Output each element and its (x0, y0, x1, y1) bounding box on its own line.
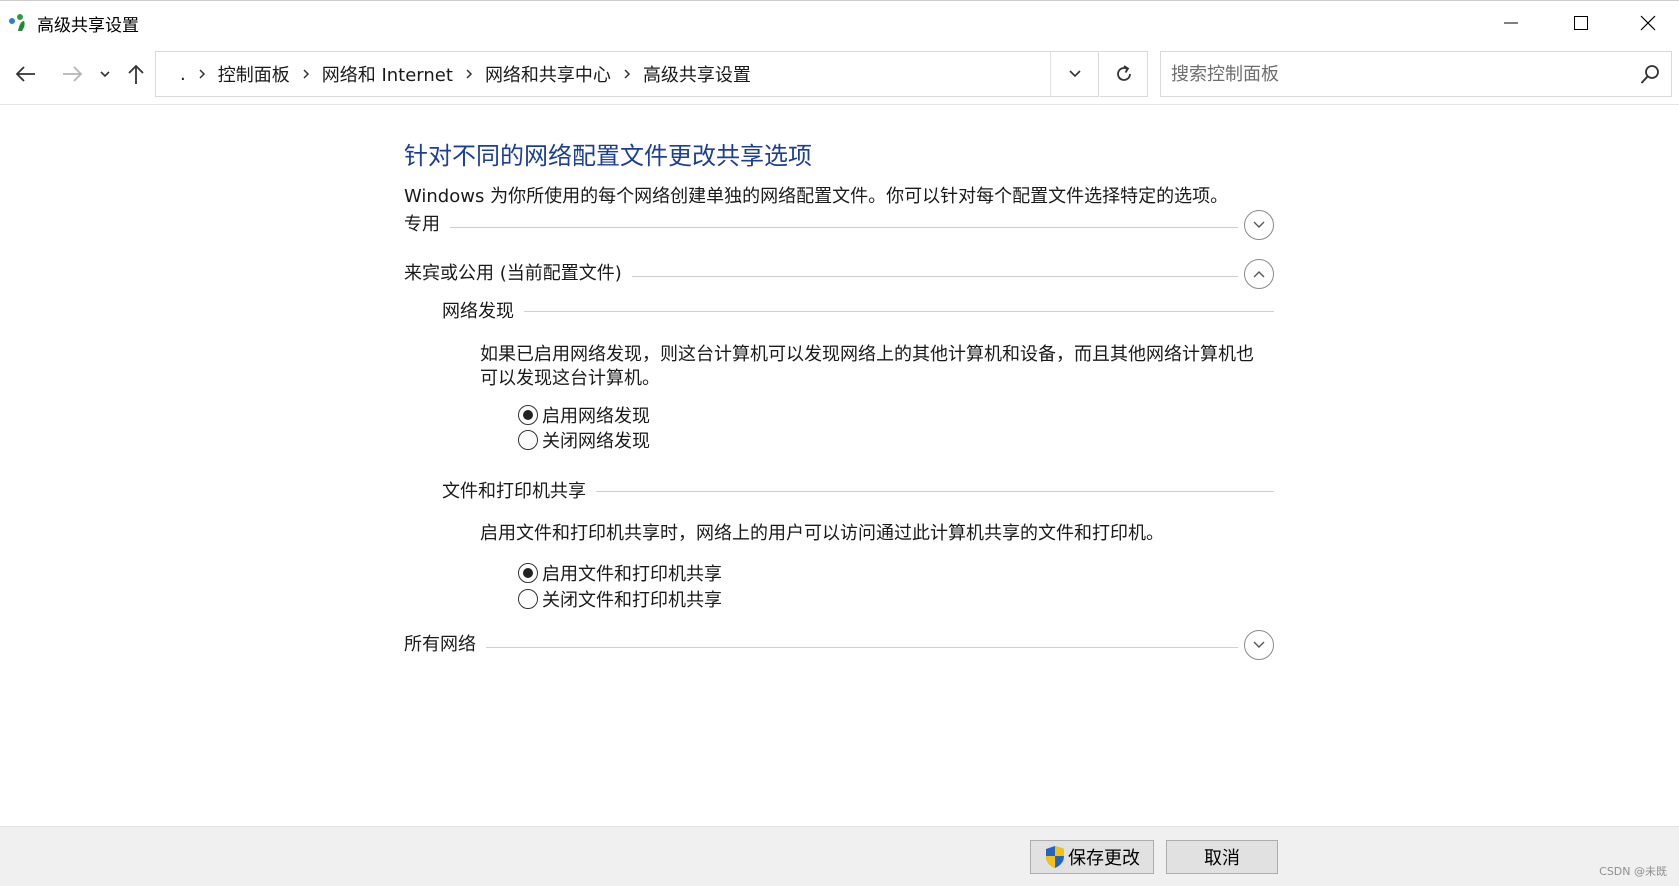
watermark: CSDN @未既 (1599, 865, 1667, 878)
collapse-guest-button[interactable] (1244, 259, 1274, 289)
window-title: 高级共享设置 (37, 16, 139, 36)
section-all-networks[interactable]: 所有网络 (404, 630, 1274, 664)
radio-button-unchecked[interactable] (518, 430, 538, 450)
section-label-all-networks[interactable]: 所有网络 (404, 630, 486, 656)
refresh-icon (1116, 65, 1131, 81)
chevron-up-icon (1253, 271, 1265, 278)
radio-label[interactable]: 启用网络发现 (542, 402, 650, 428)
shield-icon (1046, 846, 1064, 868)
radio-button-checked[interactable] (518, 405, 538, 425)
subsection-network-discovery: 网络发现 (442, 297, 1274, 325)
advanced-sharing-window: 高级共享设置 . 控制面板 网络和 Internet 网络和共享中心 高级共享设… (0, 0, 1679, 886)
section-label-guest-public[interactable]: 来宾或公用 (当前配置文件) (404, 259, 632, 285)
refresh-button[interactable] (1100, 51, 1148, 97)
section-divider (404, 647, 1238, 648)
close-icon (1640, 15, 1655, 31)
chevron-down-icon (100, 71, 110, 78)
search-box[interactable] (1160, 51, 1672, 97)
breadcrumb-control-panel[interactable]: 控制面板 (214, 61, 294, 87)
chevron-right-icon[interactable] (615, 68, 639, 80)
cancel-label: 取消 (1204, 848, 1240, 869)
radio-label[interactable]: 关闭文件和打印机共享 (542, 586, 722, 612)
navigation-bar: . 控制面板 网络和 Internet 网络和共享中心 高级共享设置 (0, 45, 1679, 105)
cancel-button[interactable]: 取消 (1166, 840, 1278, 874)
radio-button-unchecked[interactable] (518, 589, 538, 609)
radio-disable-network-discovery[interactable]: 关闭网络发现 (518, 427, 650, 453)
page-title: 针对不同的网络配置文件更改共享选项 (404, 142, 812, 170)
close-button[interactable] (1616, 1, 1679, 45)
expand-all-networks-button[interactable] (1244, 630, 1274, 660)
breadcrumb-network-sharing-center[interactable]: 网络和共享中心 (481, 61, 615, 87)
radio-button-checked[interactable] (518, 563, 538, 583)
radio-enable-file-printer-sharing[interactable]: 启用文件和打印机共享 (518, 560, 722, 586)
network-app-icon (9, 14, 25, 31)
section-guest-public[interactable]: 来宾或公用 (当前配置文件) (404, 259, 1274, 293)
forward-button[interactable] (56, 59, 88, 89)
subsection-label-file-printer-sharing: 文件和打印机共享 (442, 477, 596, 503)
breadcrumb-network-internet[interactable]: 网络和 Internet (318, 61, 457, 87)
maximize-icon (1574, 16, 1588, 30)
search-input[interactable] (1171, 58, 1621, 90)
chevron-right-icon[interactable] (457, 68, 481, 80)
radio-label[interactable]: 启用文件和打印机共享 (542, 560, 722, 586)
section-private[interactable]: 专用 (404, 210, 1274, 244)
back-button[interactable] (10, 59, 42, 89)
address-dropdown-button[interactable] (1050, 52, 1098, 96)
up-arrow-icon (128, 64, 144, 84)
file-printer-sharing-description: 启用文件和打印机共享时，网络上的用户可以访问通过此计算机共享的文件和打印机。 (480, 523, 1164, 544)
radio-label[interactable]: 关闭网络发现 (542, 427, 650, 453)
radio-enable-network-discovery[interactable]: 启用网络发现 (518, 402, 650, 428)
network-discovery-description: 如果已启用网络发现，则这台计算机可以发现网络上的其他计算机和设备，而且其他网络计… (480, 343, 1260, 391)
section-label-private[interactable]: 专用 (404, 210, 450, 236)
page-description: Windows 为你所使用的每个网络创建单独的网络配置文件。你可以针对每个配置文… (404, 186, 1229, 207)
footer-bar: 保存更改 取消 CSDN @未既 (0, 826, 1679, 886)
save-changes-button[interactable]: 保存更改 (1030, 840, 1154, 874)
expand-private-button[interactable] (1244, 210, 1274, 240)
main-content: 针对不同的网络配置文件更改共享选项 Windows 为你所使用的每个网络创建单独… (0, 106, 1679, 826)
chevron-right-icon[interactable] (294, 68, 318, 80)
maximize-button[interactable] (1546, 1, 1616, 45)
back-arrow-icon (15, 66, 35, 82)
search-icon[interactable] (1639, 64, 1661, 86)
forward-arrow-icon (63, 66, 83, 82)
title-bar: 高级共享设置 (0, 1, 1679, 45)
chevron-down-icon (1068, 70, 1081, 78)
save-changes-label: 保存更改 (1068, 848, 1140, 869)
chevron-down-icon (1253, 221, 1265, 228)
chevron-down-icon (1253, 641, 1265, 648)
chevron-right-icon[interactable] (190, 68, 214, 80)
network-discovery-description-line2: 可以发现这台计算机。 (480, 368, 660, 389)
subsection-file-printer-sharing: 文件和打印机共享 (442, 477, 1274, 505)
network-discovery-description-line1: 如果已启用网络发现，则这台计算机可以发现网络上的其他计算机和设备，而且其他网络计… (480, 344, 1254, 365)
subsection-label-network-discovery: 网络发现 (442, 297, 524, 323)
recent-locations-button[interactable] (96, 59, 114, 89)
breadcrumb-advanced-sharing[interactable]: 高级共享设置 (639, 61, 755, 87)
breadcrumb-root[interactable]: . (176, 64, 190, 85)
minimize-icon (1504, 22, 1518, 24)
minimize-button[interactable] (1476, 1, 1546, 45)
section-divider (404, 227, 1238, 228)
radio-disable-file-printer-sharing[interactable]: 关闭文件和打印机共享 (518, 586, 722, 612)
subsection-divider (442, 311, 1274, 312)
address-bar[interactable]: . 控制面板 网络和 Internet 网络和共享中心 高级共享设置 (155, 51, 1099, 97)
breadcrumb: . 控制面板 网络和 Internet 网络和共享中心 高级共享设置 (176, 52, 755, 96)
up-button[interactable] (122, 59, 150, 89)
